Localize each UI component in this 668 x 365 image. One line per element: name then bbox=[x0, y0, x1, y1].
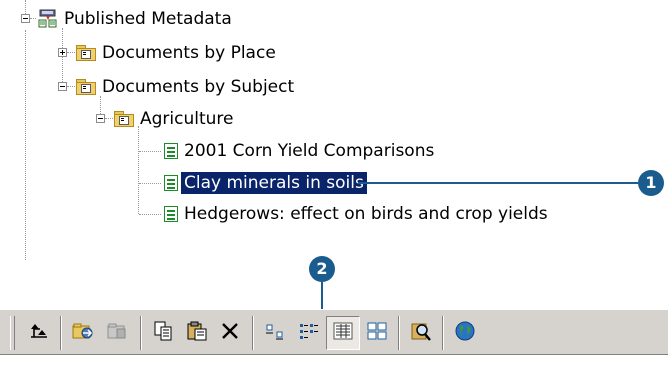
tree-subfolder-label[interactable]: Agriculture bbox=[140, 108, 234, 130]
delete-button[interactable] bbox=[213, 316, 247, 350]
copy-button[interactable] bbox=[146, 316, 180, 350]
connect-folder-button[interactable] bbox=[66, 316, 100, 350]
expand-toggle[interactable] bbox=[58, 48, 67, 57]
folder-icon bbox=[76, 45, 96, 61]
thumbnails-view-icon bbox=[366, 321, 388, 345]
tree-document-label[interactable]: Hedgerows: effect on birds and crop yiel… bbox=[184, 203, 548, 225]
toolbar-grip[interactable] bbox=[10, 316, 15, 350]
paste-icon bbox=[186, 320, 208, 346]
metadata-document-icon bbox=[164, 143, 178, 159]
toolbar-separator bbox=[252, 316, 254, 350]
tree-folder-label[interactable]: Documents by Place bbox=[102, 42, 276, 64]
list-view-button[interactable] bbox=[292, 316, 326, 350]
tree-root-label[interactable]: Published Metadata bbox=[64, 8, 232, 30]
connect-folder-icon bbox=[71, 320, 95, 346]
tree-connector bbox=[139, 183, 161, 184]
catalog-toolbar bbox=[0, 309, 668, 355]
tree-connector bbox=[138, 126, 139, 214]
tree-connector bbox=[139, 214, 161, 215]
tree-connector bbox=[25, 0, 26, 14]
tree-connector bbox=[25, 30, 26, 260]
tree-folder-label[interactable]: Documents by Subject bbox=[102, 76, 294, 98]
tree-connector bbox=[105, 118, 113, 119]
tree-connector bbox=[100, 96, 101, 116]
toolbar-separator bbox=[442, 316, 444, 350]
large-icons-view-button[interactable] bbox=[258, 316, 292, 350]
delete-icon bbox=[220, 321, 240, 345]
launch-arcmap-button[interactable] bbox=[448, 316, 482, 350]
details-view-button[interactable] bbox=[326, 316, 360, 350]
toolbar-separator bbox=[140, 316, 142, 350]
tree-connector bbox=[67, 52, 75, 53]
disconnect-folder-icon bbox=[105, 320, 129, 346]
large-icons-view-icon bbox=[264, 321, 286, 345]
tree-connector bbox=[62, 28, 63, 88]
collapse-toggle[interactable] bbox=[96, 114, 105, 123]
search-icon bbox=[409, 320, 433, 346]
globe-icon bbox=[453, 319, 477, 347]
metadata-document-icon bbox=[164, 206, 178, 222]
tree-connector bbox=[139, 151, 161, 152]
folder-icon bbox=[76, 79, 96, 95]
tree-connector bbox=[67, 86, 75, 87]
collapse-toggle[interactable] bbox=[58, 82, 67, 91]
tree-connector bbox=[30, 18, 36, 19]
details-view-icon bbox=[332, 321, 354, 345]
collapse-toggle[interactable] bbox=[21, 14, 30, 23]
up-one-level-icon bbox=[28, 322, 50, 344]
copy-icon bbox=[152, 320, 174, 346]
catalog-tree: Published Metadata Documents by Place Do… bbox=[0, 0, 668, 260]
metadata-document-icon bbox=[164, 175, 178, 191]
callout-2-badge: 2 bbox=[309, 256, 335, 282]
disconnect-folder-button[interactable] bbox=[100, 316, 134, 350]
toolbar-separator bbox=[60, 316, 62, 350]
paste-button[interactable] bbox=[180, 316, 214, 350]
tree-document-label-selected[interactable]: Clay minerals in soils bbox=[180, 171, 368, 195]
toolbar-separator bbox=[398, 316, 400, 350]
published-metadata-icon bbox=[37, 8, 59, 28]
search-button[interactable] bbox=[404, 316, 438, 350]
tree-document-label[interactable]: 2001 Corn Yield Comparisons bbox=[184, 140, 434, 162]
callout-1-badge: 1 bbox=[638, 170, 664, 196]
folder-icon bbox=[114, 111, 134, 127]
up-one-level-button[interactable] bbox=[22, 316, 56, 350]
thumbnails-view-button[interactable] bbox=[360, 316, 394, 350]
list-view-icon bbox=[298, 321, 320, 345]
callout-1-leader bbox=[358, 182, 640, 184]
